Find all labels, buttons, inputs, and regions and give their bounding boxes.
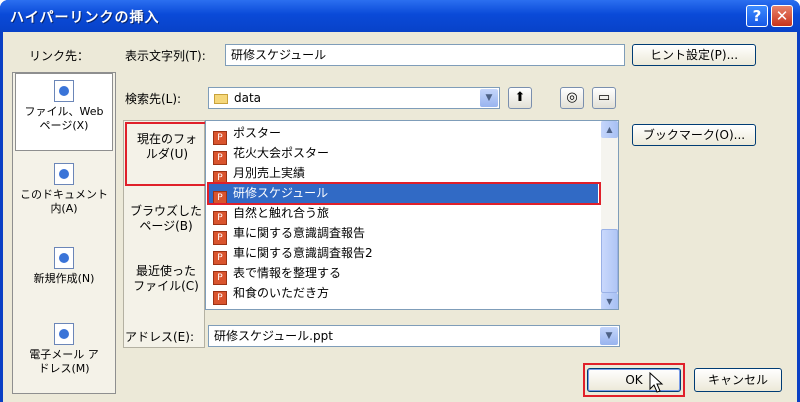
address-label: アドレス(E):	[125, 330, 194, 344]
link-new-document-button[interactable]: 新規作成(N)	[15, 241, 113, 319]
place-label: ドレス(M)	[38, 362, 90, 375]
screentip-button[interactable]: ヒント設定(P)...	[632, 44, 756, 66]
look-in-combo[interactable]: data ▼	[208, 87, 500, 109]
scroll-up-icon[interactable]: ▲	[601, 121, 618, 138]
display-text-input[interactable]: 研修スケジュール	[225, 44, 625, 66]
tab-recent-files-label: ファイル(C)	[133, 279, 199, 293]
address-combo[interactable]: 研修スケジュール.ppt ▼	[208, 325, 620, 347]
link-existing-file-button[interactable]: ファイル、Web ページ(X)	[15, 73, 113, 151]
place-label: ページ(X)	[39, 119, 89, 132]
chevron-down-icon[interactable]: ▼	[600, 327, 618, 345]
email-icon	[54, 323, 74, 345]
current-folder-highlight	[125, 122, 207, 186]
link-to-label: リンク先：	[29, 49, 90, 63]
link-email-button[interactable]: 電子メール ア ドレス(M)	[15, 317, 113, 395]
link-to-bar: ファイル、Web ページ(X) このドキュメント 内(A) 新規作成(N) 電子…	[12, 72, 116, 394]
help-icon[interactable]: ?	[746, 5, 768, 27]
tab-browsed-pages-label: ブラウズした	[129, 204, 202, 218]
cancel-button[interactable]: キャンセル	[694, 368, 782, 392]
tab-recent-files-label: 最近使った	[135, 264, 196, 278]
list-item[interactable]: P 車に関する意識調査報告	[208, 223, 598, 245]
list-item[interactable]: P 表で情報を整理する	[208, 263, 598, 285]
file-name: ポスター	[233, 126, 282, 140]
new-document-icon	[54, 247, 74, 269]
close-icon[interactable]: ✕	[771, 5, 793, 27]
document-globe-icon	[54, 80, 74, 102]
list-item[interactable]: P 自然と触れ合う旅	[208, 203, 598, 225]
list-item[interactable]: P 花火大会ポスター	[208, 143, 598, 165]
look-in-value: data	[234, 91, 262, 105]
hyperlink-dialog: ハイパーリンクの挿入 ? ✕ リンク先： ファイル、Web ページ(X) このド…	[0, 0, 800, 402]
place-label: 電子メール ア	[29, 348, 99, 361]
file-list-scrollbar[interactable]: ▲ ▼	[601, 121, 618, 309]
file-name: 表で情報を整理する	[233, 266, 342, 280]
list-item[interactable]: P ポスター	[208, 123, 598, 145]
selected-file-highlight	[207, 182, 601, 205]
place-label: このドキュメント	[20, 188, 108, 201]
dialog-body: リンク先： ファイル、Web ページ(X) このドキュメント 内(A) 新規作成…	[3, 32, 797, 402]
file-name: 車に関する意識調査報告	[233, 226, 366, 240]
bookmark-button[interactable]: ブックマーク(O)...	[632, 124, 756, 146]
chevron-down-icon[interactable]: ▼	[480, 89, 498, 107]
tab-recent-files[interactable]: 最近使った ファイル(C)	[127, 264, 205, 294]
title-bar[interactable]: ハイパーリンクの挿入 ? ✕	[0, 0, 800, 32]
list-item[interactable]: P 車に関する意識調査報告2	[208, 243, 598, 265]
scroll-down-icon[interactable]: ▼	[601, 293, 618, 309]
file-name: 月別売上実績	[233, 166, 306, 180]
place-label: ファイル、Web	[24, 105, 104, 118]
list-item[interactable]: P 月別売上実績	[208, 163, 598, 185]
up-folder-icon[interactable]: ⬆	[508, 87, 532, 109]
place-label: 内(A)	[50, 202, 78, 215]
ok-button-highlight	[583, 363, 685, 397]
file-list[interactable]: P ポスター P 花火大会ポスター P 月別売上実績 P 研修スケジュール P 自然と触れ…	[205, 120, 619, 310]
tab-browsed-pages-label: ページ(B)	[139, 219, 193, 233]
powerpoint-file-icon: P	[213, 291, 227, 305]
display-text-label: 表示文字列(T):	[125, 49, 206, 63]
file-name: 花火大会ポスター	[233, 146, 330, 160]
place-label: 新規作成(N)	[33, 272, 95, 285]
mouse-cursor-icon	[649, 372, 664, 393]
list-item[interactable]: P 和食のいただき方	[208, 283, 598, 305]
look-in-label: 検索先(L):	[125, 92, 182, 106]
file-name: 車に関する意識調査報告2	[233, 246, 373, 260]
tab-browsed-pages[interactable]: ブラウズした ページ(B)	[127, 204, 205, 234]
link-this-document-button[interactable]: このドキュメント 内(A)	[15, 157, 113, 235]
folder-icon	[214, 93, 228, 104]
document-icon	[54, 163, 74, 185]
dialog-title: ハイパーリンクの挿入	[10, 10, 160, 26]
browse-web-icon[interactable]: ◎	[560, 87, 584, 109]
file-name: 自然と触れ合う旅	[233, 206, 330, 220]
scroll-thumb[interactable]	[601, 229, 618, 293]
address-value: 研修スケジュール.ppt	[214, 329, 333, 343]
file-name: 和食のいただき方	[233, 286, 330, 300]
browse-file-icon[interactable]: ▭	[592, 87, 616, 109]
